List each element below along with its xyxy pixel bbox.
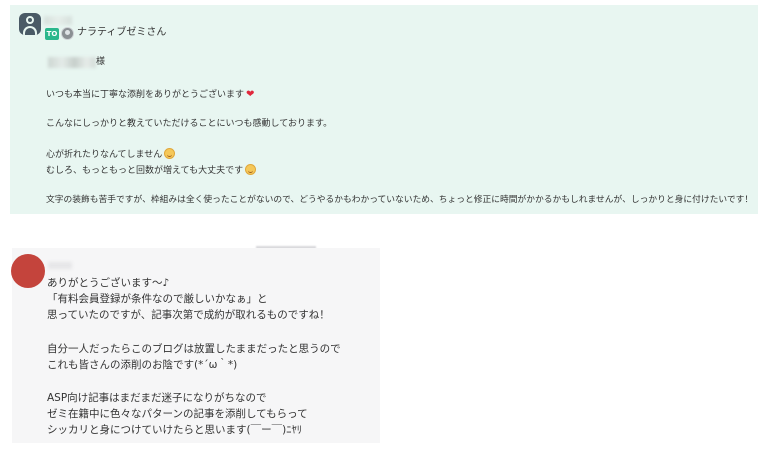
message2-line: ASP向け記事はまだまだ迷子になりがちなので bbox=[47, 392, 267, 404]
message2-line: これも皆さんの添削のお陰です(*´ω｀*) bbox=[47, 359, 238, 371]
message2-line: ありがとうございます～♪ bbox=[47, 277, 170, 289]
smiling-face-icon bbox=[245, 164, 257, 175]
sender-avatar[interactable] bbox=[11, 254, 45, 288]
smiling-face-icon bbox=[164, 148, 176, 159]
blurred-sender-name bbox=[48, 262, 72, 269]
message1-line: 心が折れたりなんてしません bbox=[46, 148, 176, 162]
message2-line: 「有料会員登録が条件なので厳しいかなぁ」と bbox=[47, 293, 268, 305]
to-badge: TO bbox=[45, 28, 59, 40]
message2-line: ゼミ在籍中に色々なパターンの記事を添削してもらって bbox=[47, 408, 308, 420]
salutation-suffix: 様 bbox=[96, 57, 106, 67]
message2-line: 自分一人だったらこのブログは放置したままだったと思うので bbox=[47, 343, 341, 355]
message1-line: こんなにしっかりと教えていただけることにいつも感動しております。 bbox=[46, 119, 333, 129]
message1-line: むしろ、もっともっと回数が増えても大丈夫です bbox=[46, 164, 257, 178]
message1-line: 文字の装飾も苦手ですが、枠組みは全く使ったことがないので、どうやるかもわかってい… bbox=[46, 195, 754, 205]
blurred-sender-name bbox=[44, 16, 72, 25]
recipient-avatar[interactable] bbox=[61, 27, 74, 40]
red-heart-icon: ❤ bbox=[246, 89, 255, 100]
message2-line: 思っていたのですが、記事次第で成約が取れるものですね！ bbox=[47, 309, 330, 321]
message2-line: シッカリと身につけていけたらと思います(￣ー￣)ﾆﾔﾘ bbox=[47, 424, 302, 436]
blurred-salutation-name bbox=[48, 57, 96, 68]
user-icon[interactable] bbox=[19, 13, 41, 35]
recipient-name: ナラティブゼミさん bbox=[77, 27, 167, 38]
message1-line: いつも本当に丁寧な添削をありがとうございます ❤ bbox=[46, 89, 255, 100]
